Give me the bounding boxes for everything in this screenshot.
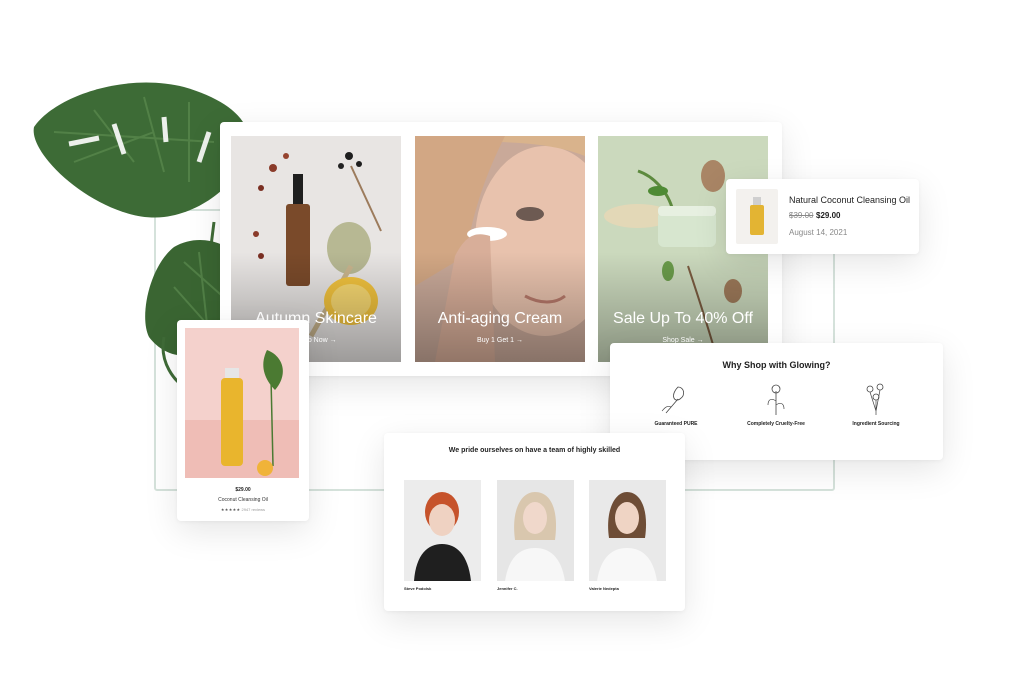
banner-anti-aging-cream[interactable]: Anti-aging Cream Buy 1 Get 1 → [415, 136, 585, 362]
herb-icon [866, 383, 884, 415]
member-name: Steve Podolsk [404, 586, 432, 591]
product-thumbnail [736, 189, 778, 244]
product-rating: ★★★★★ 2947 reviews [177, 507, 309, 512]
team-card: We pride ourselves on have a team of hig… [384, 433, 685, 611]
why-shop-title: Why Shop with Glowing? [722, 360, 831, 370]
star-rating-icon: ★★★★★ [220, 507, 241, 512]
floral-sprig-icon [767, 384, 785, 415]
product-image[interactable] [185, 328, 299, 478]
product-notification-card[interactable]: Natural Coconut Cleansing Oil $39.00 $29… [726, 179, 919, 254]
product-price: $29.00 [235, 487, 251, 493]
product-name[interactable]: Natural Coconut Cleansing Oil [789, 195, 910, 205]
member-photo [589, 480, 666, 581]
feature-title: Guaranteed PURE [654, 421, 698, 427]
banner-link[interactable]: Buy 1 Get 1 → [415, 337, 585, 344]
feature-title: Completely Cruelty-Free [747, 421, 805, 427]
team-member[interactable]: Valerie Nedepta [589, 480, 666, 591]
product-card[interactable]: $29.00 Coconut Cleansing Oil ★★★★★ 2947 … [177, 320, 309, 521]
team-member[interactable]: Steve Podolsk [404, 480, 481, 591]
product-date: August 14, 2021 [789, 228, 848, 237]
review-count: 2947 reviews [241, 507, 266, 512]
banner-title: Sale Up To 40% Off [613, 310, 753, 327]
member-name: Valerie Nedepta [589, 586, 619, 591]
feature-guaranteed-pure: Guaranteed PURE [626, 381, 726, 427]
banner-title: Anti-aging Cream [437, 310, 563, 327]
feature-ingredient-sourcing: Ingredient Sourcing [826, 381, 926, 427]
team-title: We pride ourselves on have a team of hig… [448, 447, 621, 454]
flower-icon [661, 386, 684, 414]
feature-title: Ingredient Sourcing [852, 421, 900, 427]
product-price: $29.00 [816, 211, 841, 220]
product-old-price: $39.00 [789, 211, 814, 220]
member-name: Jennifer C. [497, 586, 518, 591]
product-name[interactable]: Coconut Cleansing Oil [177, 497, 309, 503]
member-photo [497, 480, 574, 581]
member-photo [404, 480, 481, 581]
feature-cruelty-free: Completely Cruelty-Free [726, 381, 826, 427]
team-member[interactable]: Jennifer C. [497, 480, 574, 591]
